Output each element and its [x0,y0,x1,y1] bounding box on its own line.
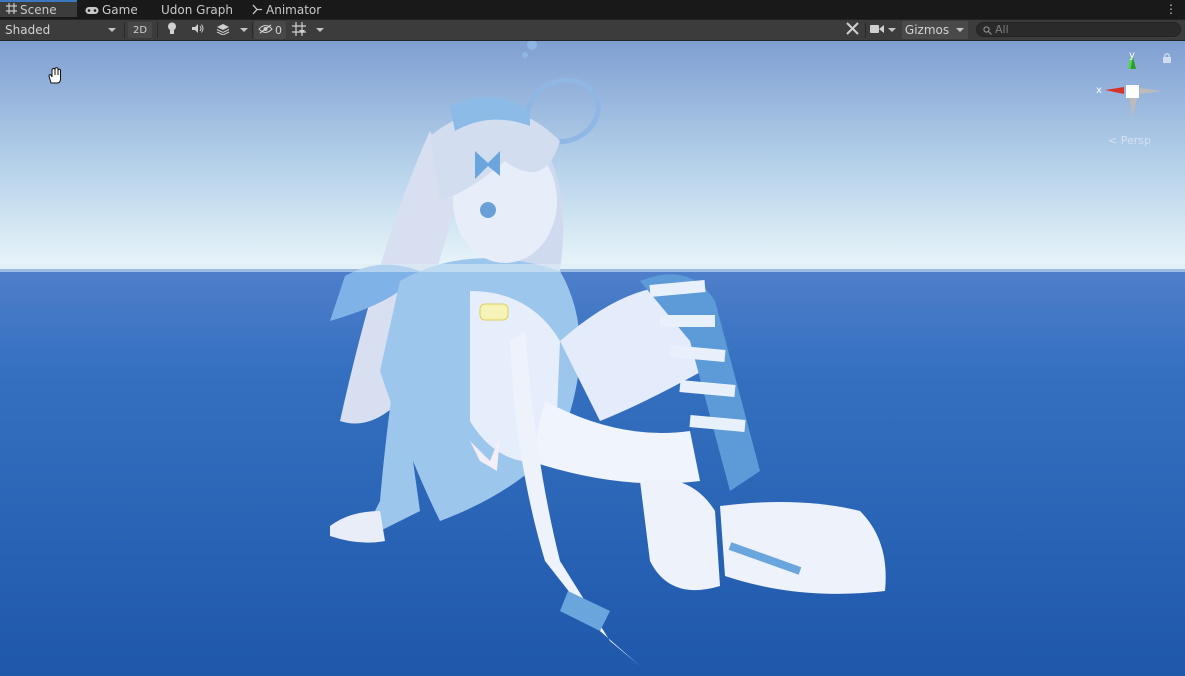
divider [157,22,158,38]
tab-animator[interactable]: Animator [252,0,321,19]
grid-toggle[interactable] [289,20,309,40]
2d-mode-label: 2D [132,24,148,36]
chevron-down-icon [316,28,324,32]
gizmos-label: Gizmos [904,23,950,37]
axis-y-label: y [1129,50,1135,61]
tab-game-label: Game [102,3,138,17]
lightbulb-icon [167,22,177,38]
tab-udon-graph[interactable]: Udon Graph [161,0,233,19]
sky [0,41,1185,271]
lock-icon[interactable] [1162,52,1172,66]
tab-bar: Scene Game Udon Graph Animator ⋮ [0,0,1185,20]
camera-dropdown[interactable] [886,20,898,40]
chevron-down-icon [956,28,964,32]
orientation-gizmo[interactable]: x y [1090,47,1170,130]
tab-scene[interactable]: Scene [0,0,77,17]
tab-udon-graph-label: Udon Graph [161,3,233,17]
eye-slash-icon [258,23,273,37]
unity-scene-window: Scene Game Udon Graph Animator ⋮ Shaded … [0,0,1185,676]
camera-settings-button[interactable] [866,20,888,40]
search-icon [983,25,992,38]
audio-toggle[interactable] [187,20,207,40]
grid-dropdown[interactable] [313,20,327,40]
tab-animator-label: Animator [266,3,322,17]
gizmos-dropdown[interactable] [952,21,968,39]
shading-mode-label: Shaded [5,23,51,37]
chevron-down-icon [240,28,248,32]
tab-game[interactable]: Game [85,0,138,19]
scene-viewport[interactable]: x y < Persp [0,41,1185,676]
hidden-object-count: 0 [275,23,282,37]
more-options-icon[interactable]: ⋮ [1165,1,1177,17]
search-placeholder: All [995,23,1009,36]
horizon-haze [0,264,1185,272]
wrench-screwdriver-icon [845,22,859,38]
grid-hash-icon [6,2,17,19]
2d-mode-toggle[interactable]: 2D [128,22,152,38]
video-camera-icon [870,23,884,37]
tools-button[interactable] [841,20,863,40]
hand-cursor-icon [46,67,64,88]
chevron-down-icon [888,28,896,32]
projection-label: Persp [1120,134,1151,147]
shading-mode-dropdown[interactable]: Shaded [0,20,122,40]
projection-toggle[interactable]: < Persp [1108,134,1151,147]
axis-x-label: x [1096,85,1102,96]
scene-render [0,41,1185,676]
layers-effects-icon [216,23,230,38]
gizmos-toggle[interactable]: Gizmos [902,21,952,39]
scene-visibility-toggle[interactable]: 0 [254,21,286,39]
grid-icon [292,21,306,39]
lighting-toggle[interactable] [162,20,182,40]
animator-node-icon [252,1,263,21]
perspective-icon: < [1108,134,1118,147]
tab-scene-label: Scene [20,3,57,17]
gamepad-icon [85,1,99,21]
divider [124,22,125,38]
speaker-icon [191,23,204,37]
chevron-down-icon [108,28,116,32]
hierarchy-search-input[interactable]: All [976,22,1181,37]
effects-toggle[interactable] [212,20,234,40]
divider [252,22,253,38]
scene-toolbar: Shaded 2D 0 Gizmos All [0,20,1185,41]
effects-dropdown[interactable] [238,20,250,40]
